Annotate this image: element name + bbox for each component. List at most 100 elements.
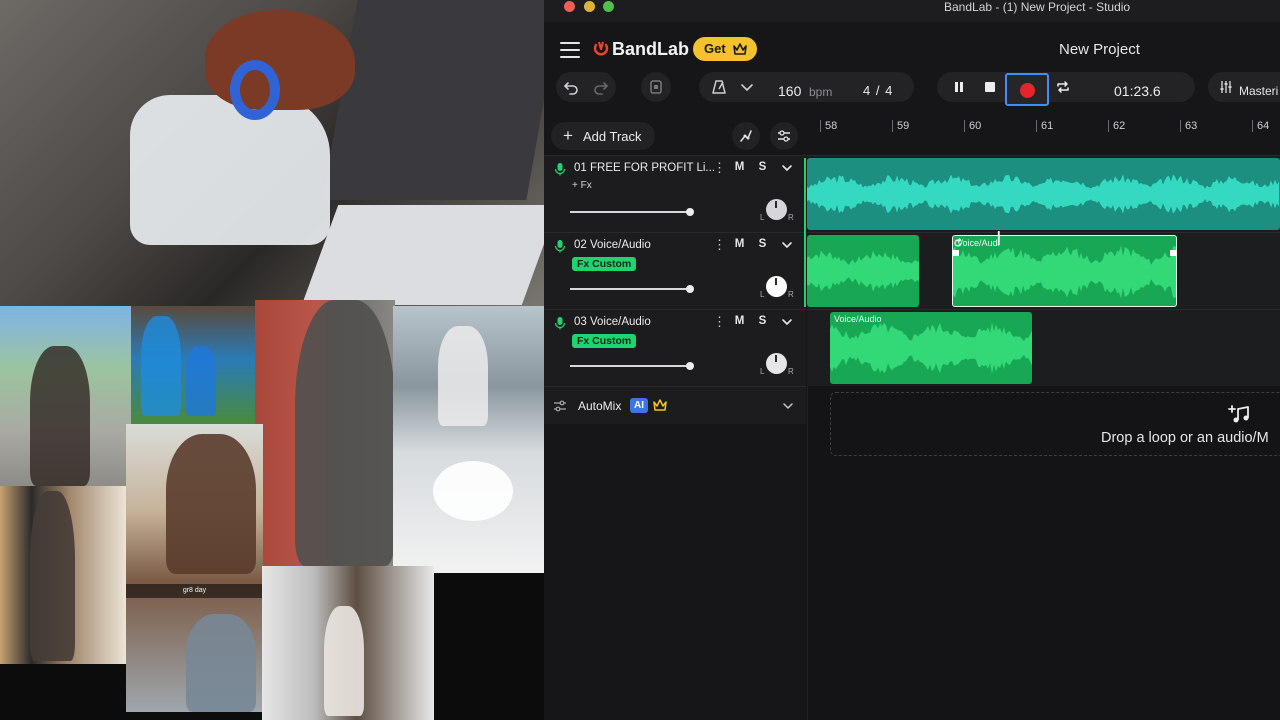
plus-icon: + xyxy=(563,126,573,145)
pan-left-label: L xyxy=(760,213,765,222)
chevron-down-icon[interactable] xyxy=(781,162,793,174)
crown-icon xyxy=(733,43,747,55)
volume-slider[interactable] xyxy=(570,362,694,370)
photo-caption: gr8 day xyxy=(126,584,263,598)
add-fx-button[interactable]: + Fx xyxy=(572,180,592,191)
mute-button[interactable]: M xyxy=(730,312,749,331)
bar-number: 64 xyxy=(1257,120,1270,132)
project-name[interactable]: New Project xyxy=(1059,41,1140,58)
track-row[interactable]: 01 FREE FOR PROFIT Li... ⋮ M S + Fx L R xyxy=(544,155,806,232)
crown-icon xyxy=(653,399,667,411)
mastering-button[interactable]: Masteri xyxy=(1208,72,1280,102)
time-display: 01:23.6 xyxy=(1114,83,1161,99)
region-label: Voice/Audi xyxy=(957,238,1000,248)
automation-icon xyxy=(740,130,752,142)
pan-right-label: R xyxy=(788,290,794,299)
pan-right-label: R xyxy=(788,367,794,376)
menu-icon[interactable] xyxy=(560,42,580,58)
pan-right-label: R xyxy=(788,213,794,222)
bar-number: 63 xyxy=(1185,120,1198,132)
bpm-value[interactable]: 160 xyxy=(778,83,801,99)
audio-region[interactable] xyxy=(807,158,1280,230)
region-icon xyxy=(650,80,662,94)
fx-custom-badge[interactable]: Fx Custom xyxy=(572,257,637,271)
get-membership-button[interactable]: Get xyxy=(693,37,757,61)
add-track-button[interactable]: + Add Track xyxy=(551,122,655,150)
pan-knob[interactable] xyxy=(766,276,787,297)
pause-icon[interactable] xyxy=(951,79,967,95)
timeline-ruler[interactable]: 58 59 60 61 62 63 64 xyxy=(807,118,1280,156)
undo-icon[interactable] xyxy=(563,79,579,95)
mixer-sliders-icon xyxy=(1220,81,1232,93)
chevron-down-icon[interactable] xyxy=(781,239,793,251)
track-options-icon[interactable]: ⋮ xyxy=(713,237,726,253)
volume-slider[interactable] xyxy=(570,285,694,293)
track-name[interactable]: 02 Voice/Audio xyxy=(574,239,716,251)
bandlab-logo-text: BandLab xyxy=(612,39,690,59)
bar-number: 59 xyxy=(897,120,910,132)
collage-photo-7 xyxy=(262,566,434,720)
track-options-icon[interactable]: ⋮ xyxy=(713,160,726,176)
automation-button[interactable] xyxy=(732,122,760,150)
volume-slider[interactable] xyxy=(570,208,694,216)
redo-icon[interactable] xyxy=(593,79,609,95)
chevron-down-icon[interactable] xyxy=(782,400,794,412)
solo-button[interactable]: S xyxy=(753,312,772,331)
track-name[interactable]: 01 FREE FOR PROFIT Li... xyxy=(574,162,716,174)
record-button[interactable] xyxy=(1005,73,1049,106)
screen: gr8 day BandLab - (1) New Project - Stud… xyxy=(0,0,1280,720)
track-settings-button[interactable] xyxy=(770,122,798,150)
track-name[interactable]: 03 Voice/Audio xyxy=(574,316,716,328)
stop-icon[interactable] xyxy=(982,79,998,95)
region-trim-handle[interactable] xyxy=(1170,250,1176,256)
solo-button[interactable]: S xyxy=(753,158,772,177)
get-label: Get xyxy=(704,41,726,56)
microphone-icon xyxy=(554,163,566,176)
minimize-window-button[interactable] xyxy=(584,1,595,12)
solo-button[interactable]: S xyxy=(753,235,772,254)
loop-region-icon[interactable] xyxy=(953,238,963,248)
waveform xyxy=(807,250,919,292)
audio-region[interactable] xyxy=(807,235,919,307)
collage-photo-4 xyxy=(393,306,544,573)
playhead[interactable] xyxy=(804,158,806,307)
waveform xyxy=(807,174,1279,214)
ai-badge: AI xyxy=(630,398,648,413)
time-signature[interactable]: 4 / 4 xyxy=(863,83,893,98)
track-row[interactable]: 03 Voice/Audio ⋮ M S Fx Custom L R xyxy=(544,309,806,386)
app-header: BandLab Get New Project xyxy=(544,22,1280,78)
automix-sliders-icon xyxy=(554,400,566,412)
track-options-icon[interactable]: ⋮ xyxy=(713,314,726,330)
pan-left-label: L xyxy=(760,290,765,299)
collage-photo-5 xyxy=(126,424,263,712)
zoom-window-button[interactable] xyxy=(603,1,614,12)
text-cursor-icon: I xyxy=(996,228,1002,250)
close-window-button[interactable] xyxy=(564,1,575,12)
loop-icon[interactable] xyxy=(1055,79,1071,95)
drop-zone[interactable]: Drop a loop or an audio/M xyxy=(830,392,1280,456)
track-lane[interactable]: Voice/Audio xyxy=(807,309,1280,386)
track-row[interactable]: 02 Voice/Audio ⋮ M S Fx Custom L R xyxy=(544,232,806,309)
fx-custom-badge[interactable]: Fx Custom xyxy=(572,334,637,348)
mute-button[interactable]: M xyxy=(730,158,749,177)
microphone-icon xyxy=(554,240,566,253)
track-lane[interactable] xyxy=(807,155,1280,232)
track-lane[interactable]: Voice/Audi xyxy=(807,232,1280,309)
title-bar: BandLab - (1) New Project - Studio xyxy=(544,0,1280,22)
chevron-down-icon[interactable] xyxy=(739,79,755,95)
audio-region-selected[interactable]: Voice/Audi xyxy=(952,235,1177,307)
mute-button[interactable]: M xyxy=(730,235,749,254)
chevron-down-icon[interactable] xyxy=(781,316,793,328)
pan-knob[interactable] xyxy=(766,353,787,374)
automix-row[interactable]: AutoMix AI xyxy=(544,386,806,424)
pan-knob[interactable] xyxy=(766,199,787,220)
loop-region-button[interactable] xyxy=(641,72,671,102)
pan-left-label: L xyxy=(760,367,765,376)
metronome-icon[interactable] xyxy=(711,79,727,95)
audio-region[interactable]: Voice/Audio xyxy=(830,312,1032,384)
main-photo xyxy=(0,0,544,306)
collage-photo-6 xyxy=(0,486,126,664)
region-trim-handle[interactable] xyxy=(953,250,959,256)
sliders-icon xyxy=(778,130,790,142)
collage-photo-3 xyxy=(255,300,395,566)
